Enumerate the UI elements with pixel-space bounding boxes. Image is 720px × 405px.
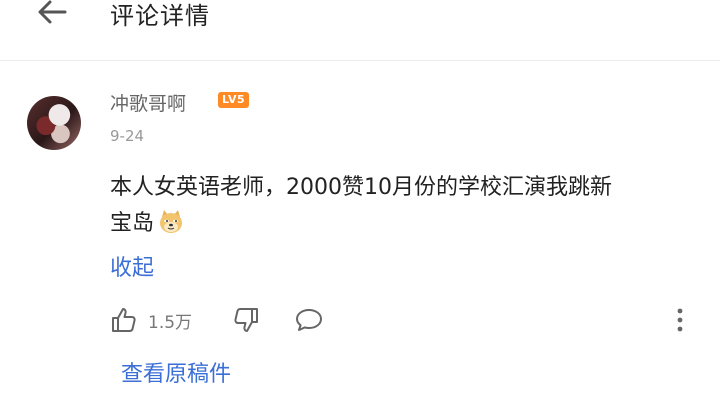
comment-bubble-icon — [296, 309, 322, 331]
level-badge: LV5 — [218, 92, 250, 108]
dislike-button[interactable] — [232, 306, 260, 338]
like-button[interactable]: 1.5万 — [110, 306, 192, 334]
more-vertical-icon — [677, 308, 683, 332]
page-title: 评论详情 — [110, 2, 210, 30]
comment-date: 9-24 — [110, 127, 145, 145]
view-original-link[interactable]: 查看原稿件 — [121, 356, 231, 388]
collapse-link[interactable]: 收起 — [110, 250, 154, 282]
username[interactable]: 冲歌哥啊 — [110, 89, 186, 116]
thumbs-down-icon — [234, 308, 258, 332]
arrow-left-icon — [38, 0, 67, 24]
doge-emoji-icon — [160, 210, 183, 233]
comment-actions: 1.5万 — [110, 300, 710, 340]
avatar[interactable] — [27, 96, 81, 150]
header-divider — [0, 60, 720, 61]
reply-button[interactable] — [294, 306, 324, 338]
thumbs-up-icon — [112, 308, 136, 332]
back-button[interactable] — [30, 0, 74, 34]
comment-text-content: 本人女英语老师，2000赞10月份的学校汇演我跳新宝岛 — [110, 175, 612, 236]
top-bar: 评论详情 — [0, 0, 720, 60]
comment-text: 本人女英语老师，2000赞10月份的学校汇演我跳新宝岛 — [110, 170, 630, 242]
more-options-button[interactable] — [668, 306, 692, 334]
like-count: 1.5万 — [148, 312, 193, 333]
